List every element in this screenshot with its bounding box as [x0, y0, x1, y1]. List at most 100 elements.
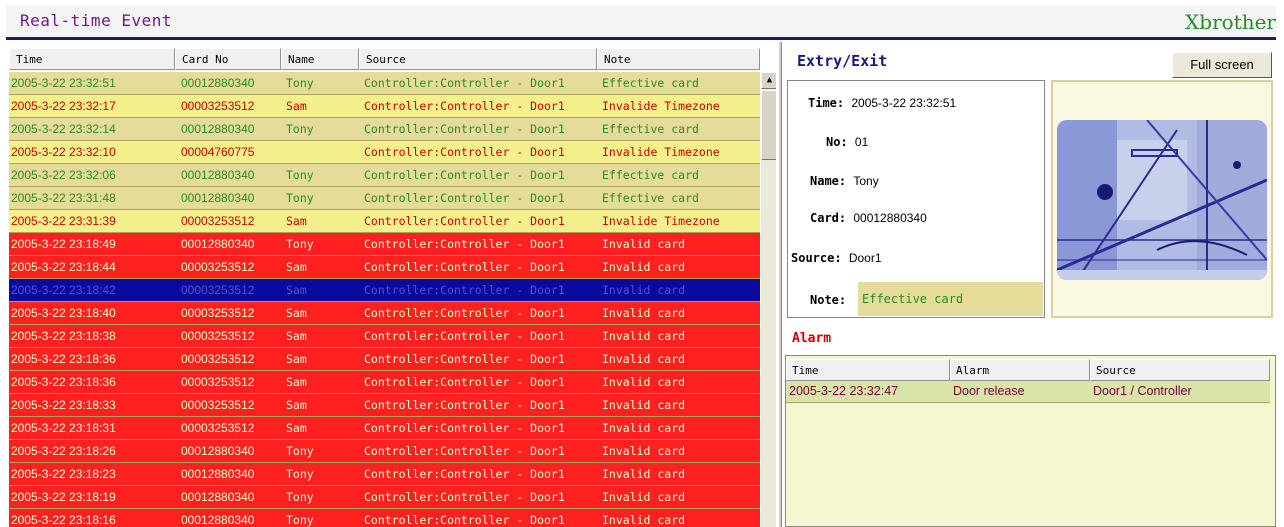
cell-source: Controller:Controller - Door1: [364, 490, 565, 504]
cell-card-no: 00003253512: [181, 99, 255, 113]
cell-source: Controller:Controller - Door1: [364, 168, 565, 182]
cell-name: Sam: [286, 99, 307, 113]
alarm-column-alarm[interactable]: Alarm: [950, 359, 1090, 381]
column-header-name[interactable]: Name: [281, 48, 359, 70]
entry-info-box: Time: 2005-3-22 23:32:51 No: 01 Name: To…: [787, 80, 1045, 318]
table-row[interactable]: 2005-3-22 23:18:42 00003253512 Sam Controll…: [9, 279, 760, 302]
table-row[interactable]: 2005-3-22 23:18:36 00003253512 Sam Controll…: [9, 371, 760, 394]
info-name-label: Name:: [810, 174, 847, 188]
cell-note: Effective card: [602, 168, 699, 182]
cell-time: 2005-3-22 23:18:23: [11, 467, 116, 481]
table-row[interactable]: 2005-3-22 23:32:14 00012880340 Tony Control…: [9, 118, 760, 141]
table-row[interactable]: 2005-3-22 23:18:33 00003253512 Sam Controll…: [9, 394, 760, 417]
cell-note: Effective card: [602, 122, 699, 136]
cell-note: Invalid card: [602, 444, 686, 458]
info-no-value: 01: [854, 135, 869, 149]
table-row[interactable]: 2005-3-22 23:32:06 00012880340 Tony Control…: [9, 164, 760, 187]
column-header-card-no[interactable]: Card No: [175, 48, 281, 70]
cell-note: Invalide Timezone: [602, 99, 720, 113]
table-row[interactable]: 2005-3-22 23:18:16 00012880340 Tony Control…: [9, 509, 760, 527]
event-rows: 2005-3-22 23:32:51 00012880340 Tony Control…: [9, 72, 760, 527]
cell-name: Sam: [286, 421, 307, 435]
table-row[interactable]: 2005-3-22 23:18:31 00003253512 Sam Controll…: [9, 417, 760, 440]
cell-card-no: 00012880340: [181, 490, 255, 504]
cell-card-no: 00012880340: [181, 237, 255, 251]
alarm-title: Alarm: [792, 331, 832, 346]
info-name: Name: Tony: [810, 174, 879, 188]
info-card: Card: 00012880340: [810, 211, 927, 225]
cell-note: Invalid card: [602, 375, 686, 389]
cell-name: Tony: [286, 168, 314, 182]
column-header-note[interactable]: Note: [597, 48, 760, 70]
info-no-label: No:: [826, 135, 848, 149]
cell-note: Invalid card: [602, 352, 686, 366]
cell-time: 2005-3-22 23:18:49: [11, 237, 116, 251]
table-row[interactable]: 2005-3-22 23:18:49 00012880340 Tony Control…: [9, 233, 760, 256]
event-table: Time Card No Name Source Note 2005-3-22 …: [6, 42, 776, 527]
cell-time: 2005-3-22 23:18:44: [11, 260, 116, 274]
cell-note: Invalide Timezone: [602, 145, 720, 159]
panel-splitter[interactable]: [778, 42, 782, 527]
cell-source: Controller:Controller - Door1: [364, 122, 565, 136]
cell-card-no: 00003253512: [181, 352, 255, 366]
table-row[interactable]: 2005-3-22 23:18:38 00003253512 Sam Controll…: [9, 325, 760, 348]
cell-name: Sam: [286, 214, 307, 228]
info-source-label: Source:: [791, 251, 842, 265]
cell-card-no: 00003253512: [181, 421, 255, 435]
column-header-source[interactable]: Source: [359, 48, 597, 70]
table-row[interactable]: 2005-3-22 23:32:10 00004760775 Controller:…: [9, 141, 760, 164]
info-time-label: Time:: [808, 96, 845, 110]
cell-note: Invalid card: [602, 467, 686, 481]
cell-source: Controller:Controller - Door1: [364, 145, 565, 159]
table-row[interactable]: 2005-3-22 23:32:51 00012880340 Tony Control…: [9, 72, 760, 95]
cell-source: Controller:Controller - Door1: [364, 214, 565, 228]
alarm-column-time[interactable]: Time: [786, 359, 950, 381]
cell-source: Controller:Controller - Door1: [364, 283, 565, 297]
cell-source: Controller:Controller - Door1: [364, 260, 565, 274]
cell-source: Controller:Controller - Door1: [364, 398, 565, 412]
alarm-column-source[interactable]: Source: [1090, 359, 1270, 381]
cell-source: Controller:Controller - Door1: [364, 329, 565, 343]
table-row[interactable]: 2005-3-22 23:31:39 00003253512 Sam Controll…: [9, 210, 760, 233]
cell-card-no: 00003253512: [181, 260, 255, 274]
table-row[interactable]: 2005-3-22 23:18:23 00012880340 Tony Control…: [9, 463, 760, 486]
cell-card-no: 00003253512: [181, 214, 255, 228]
cell-time: 2005-3-22 23:31:39: [11, 214, 116, 228]
cell-time: 2005-3-22 23:32:14: [11, 122, 116, 136]
table-row[interactable]: 2005-3-22 23:18:36 00003253512 Sam Controll…: [9, 348, 760, 371]
table-row[interactable]: 2005-3-22 23:18:40 00003253512 Sam Controll…: [9, 302, 760, 325]
table-row[interactable]: 2005-3-22 23:18:19 00012880340 Tony Control…: [9, 486, 760, 509]
cell-name: Tony: [286, 122, 314, 136]
table-row[interactable]: 2005-3-22 23:32:17 00003253512 Sam Controll…: [9, 95, 760, 118]
cell-name: [281, 141, 359, 163]
alarm-row-source: Door1 / Controller: [1093, 384, 1192, 398]
cell-name: Sam: [286, 375, 307, 389]
info-time-value: 2005-3-22 23:32:51: [851, 96, 957, 110]
scroll-thumb[interactable]: [761, 90, 776, 160]
cell-source: Controller:Controller - Door1: [364, 467, 565, 481]
cell-card-no: 00012880340: [181, 444, 255, 458]
table-row[interactable]: 2005-3-22 23:18:26 00012880340 Tony Control…: [9, 440, 760, 463]
full-screen-button[interactable]: Full screen: [1172, 52, 1272, 78]
cell-name: Sam: [286, 306, 307, 320]
event-table-scrollbar[interactable]: ▲: [761, 72, 776, 527]
cell-source: Controller:Controller - Door1: [364, 99, 565, 113]
cell-card-no: 00012880340: [181, 191, 255, 205]
alarm-row[interactable]: 2005-3-22 23:32:47 Door release Door1 / …: [786, 381, 1270, 403]
cell-time: 2005-3-22 23:18:36: [11, 375, 116, 389]
cell-time: 2005-3-22 23:18:16: [11, 513, 116, 527]
scroll-up-icon[interactable]: ▲: [761, 72, 776, 89]
header-bar: [6, 6, 1276, 37]
table-row[interactable]: 2005-3-22 23:18:44 00003253512 Sam Controll…: [9, 256, 760, 279]
column-header-time[interactable]: Time: [9, 48, 175, 70]
cell-time: 2005-3-22 23:18:42: [11, 283, 116, 297]
photo-image: [1057, 120, 1267, 280]
cell-name: Sam: [286, 398, 307, 412]
cell-name: Tony: [286, 490, 314, 504]
table-row[interactable]: 2005-3-22 23:31:48 00012880340 Tony Control…: [9, 187, 760, 210]
cell-name: Sam: [286, 329, 307, 343]
cell-source: Controller:Controller - Door1: [364, 444, 565, 458]
cell-note: Invalid card: [602, 329, 686, 343]
cell-name: Tony: [286, 467, 314, 481]
cell-note: Invalid card: [602, 398, 686, 412]
